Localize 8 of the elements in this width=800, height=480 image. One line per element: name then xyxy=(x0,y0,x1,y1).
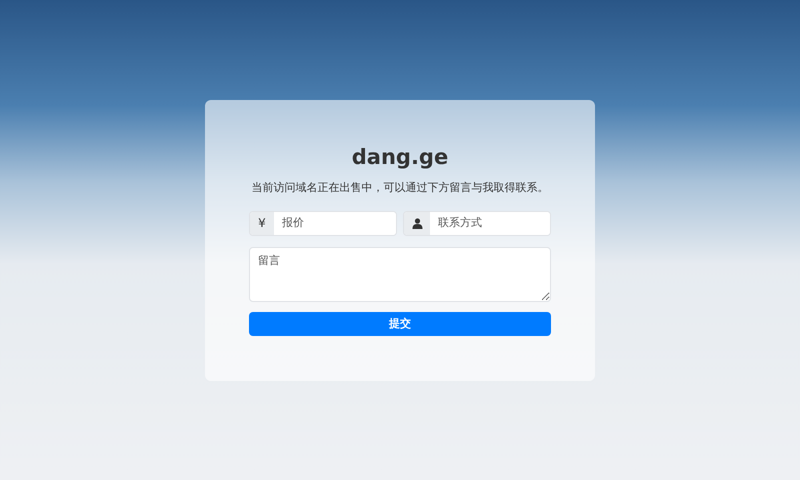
yen-symbol: ¥ xyxy=(250,212,274,235)
price-field[interactable]: ¥ 报价 xyxy=(249,210,397,236)
message-field[interactable]: 留言 xyxy=(249,246,551,302)
sale-notice: 当前访问域名正在出售中，可以通过下方留言与我取得联系。 xyxy=(252,180,548,196)
submit-button[interactable]: 提交 xyxy=(249,312,551,336)
contact-field[interactable]: 联系方式 xyxy=(403,210,551,236)
user-icon xyxy=(412,218,422,229)
domain-title: dang.ge xyxy=(352,144,448,170)
